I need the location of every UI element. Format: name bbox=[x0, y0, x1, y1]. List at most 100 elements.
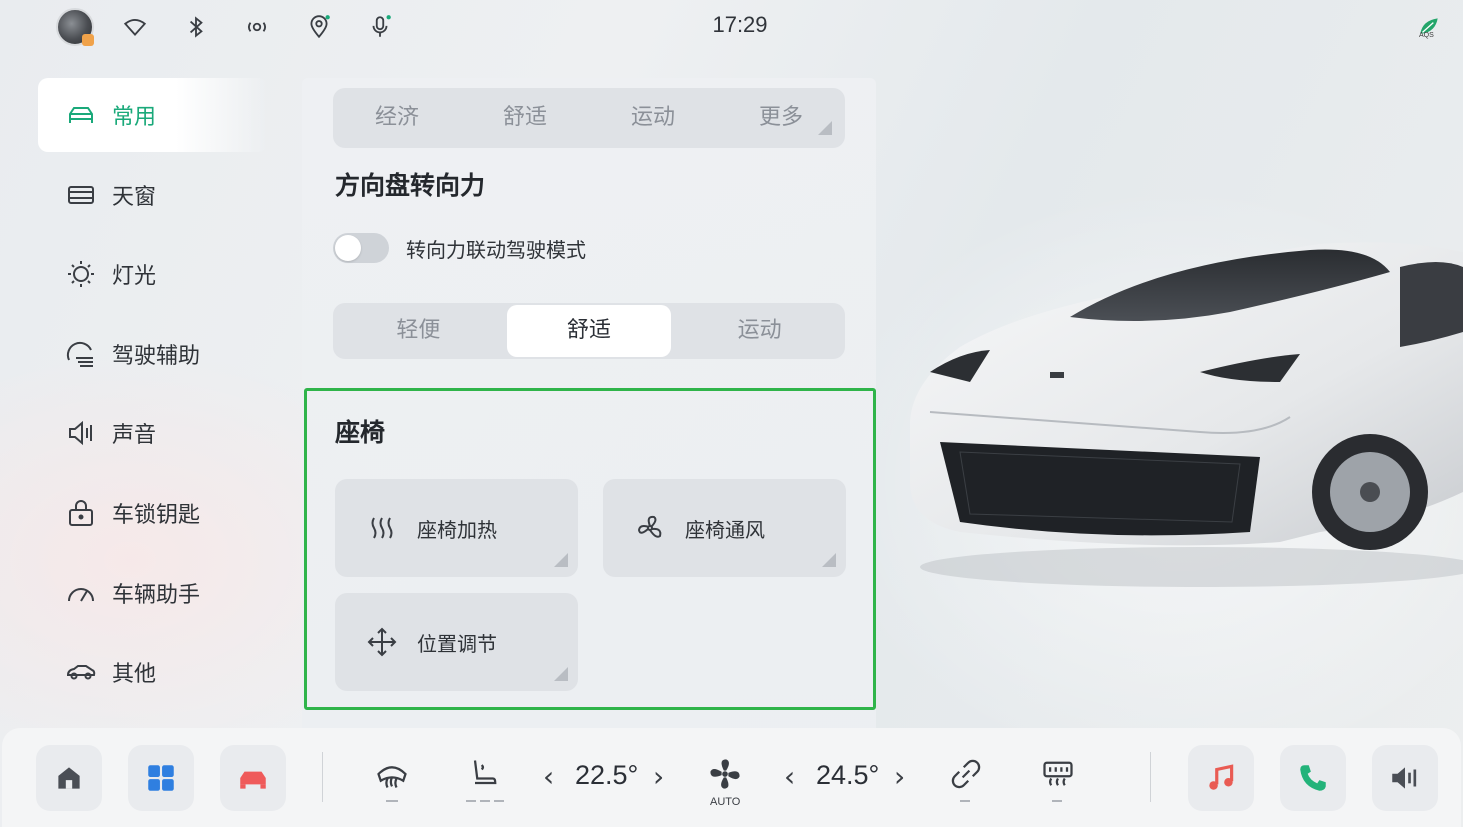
seat-heating-label: 座椅加热 bbox=[417, 517, 497, 542]
settings-panel: 经济 舒适 运动 更多 方向盘转向力 转向力联动驾驶模式 轻便 舒适 运动 座椅… bbox=[302, 78, 876, 728]
fan-icon bbox=[710, 759, 740, 789]
sidebar-item-lock-key[interactable]: 车锁钥匙 bbox=[38, 476, 268, 550]
status-bar: 17:29 AQS bbox=[0, 0, 1463, 54]
steering-force-light[interactable]: 轻便 bbox=[336, 305, 501, 357]
toggle-knob bbox=[335, 235, 361, 261]
fan-auto-label: AUTO bbox=[710, 796, 741, 808]
user-avatar[interactable] bbox=[56, 8, 94, 46]
sync-button[interactable] bbox=[944, 752, 988, 796]
sidebar-item-label: 声音 bbox=[112, 423, 157, 449]
expand-corner-icon bbox=[554, 553, 568, 567]
link-icon bbox=[951, 759, 981, 789]
right-temp-up-button[interactable]: › bbox=[894, 760, 905, 793]
seat-climate-button[interactable] bbox=[462, 752, 506, 796]
apps-grid-icon bbox=[148, 765, 174, 791]
dock-divider bbox=[322, 752, 323, 802]
sidebar-item-lights[interactable]: 灯光 bbox=[38, 237, 268, 311]
wifi-icon[interactable] bbox=[120, 12, 150, 42]
sidebar-item-label: 车辆助手 bbox=[112, 582, 201, 608]
expand-corner-icon bbox=[822, 553, 836, 567]
dock-divider bbox=[1150, 752, 1151, 802]
expand-corner-icon bbox=[554, 667, 568, 681]
sidebar: 常用 天窗 灯光 驾驶辅助 声音 车锁钥匙 车辆助手 其他 bbox=[38, 78, 268, 715]
steering-section-title: 方向盘转向力 bbox=[335, 171, 486, 200]
rear-defrost-indicator bbox=[1052, 800, 1062, 802]
home-button[interactable] bbox=[36, 745, 102, 811]
drive-mode-more[interactable]: 更多 bbox=[720, 91, 842, 145]
sidebar-item-driving-assist[interactable]: 驾驶辅助 bbox=[38, 317, 268, 391]
location-icon[interactable] bbox=[304, 12, 334, 42]
sidebar-item-sunroof[interactable]: 天窗 bbox=[38, 158, 268, 232]
seat-heating-button[interactable]: 座椅加热 bbox=[335, 479, 578, 577]
fan-icon bbox=[633, 511, 667, 545]
sunroof-icon bbox=[64, 178, 98, 212]
seat-icon bbox=[473, 760, 497, 785]
seat-level-dash-3 bbox=[494, 800, 504, 802]
seat-section: 座椅 座椅加热 座椅通风 位置调节 bbox=[304, 388, 876, 710]
seat-position-button[interactable]: 位置调节 bbox=[335, 593, 578, 691]
driving-assist-icon bbox=[64, 337, 98, 371]
volume-icon bbox=[1392, 767, 1417, 789]
sound-icon bbox=[64, 416, 98, 450]
sidebar-item-label: 驾驶辅助 bbox=[112, 343, 201, 369]
rear-defrost-button[interactable] bbox=[1036, 752, 1080, 796]
gauge-icon bbox=[64, 576, 98, 610]
aqs-label: AQS bbox=[1419, 32, 1434, 39]
home-icon bbox=[58, 767, 80, 789]
steering-force-selector: 轻便 舒适 运动 bbox=[333, 303, 845, 359]
sidebar-item-common[interactable]: 常用 bbox=[38, 78, 268, 152]
phone-icon bbox=[1300, 765, 1326, 791]
drive-mode-more-label: 更多 bbox=[758, 105, 803, 130]
seat-section-title: 座椅 bbox=[335, 418, 386, 447]
right-temperature: 24.5° bbox=[816, 760, 880, 790]
volume-button[interactable] bbox=[1372, 745, 1438, 811]
front-defrost-indicator bbox=[386, 800, 398, 802]
sidebar-item-assistant[interactable]: 车辆助手 bbox=[38, 556, 268, 630]
sidebar-item-label: 常用 bbox=[112, 105, 157, 130]
drive-mode-comfort[interactable]: 舒适 bbox=[464, 91, 586, 145]
seat-level-dash-1 bbox=[466, 800, 476, 802]
sync-indicator bbox=[960, 800, 970, 802]
car-outline-icon bbox=[64, 655, 98, 689]
sidebar-item-sound[interactable]: 声音 bbox=[38, 396, 268, 470]
expand-corner-icon bbox=[818, 121, 832, 135]
car-image bbox=[910, 242, 1463, 587]
seat-ventilation-button[interactable]: 座椅通风 bbox=[603, 479, 846, 577]
phone-button[interactable] bbox=[1280, 745, 1346, 811]
steering-link-toggle-label: 转向力联动驾驶模式 bbox=[406, 238, 586, 262]
front-defrost-button[interactable] bbox=[370, 752, 414, 796]
apps-button[interactable] bbox=[128, 745, 194, 811]
sidebar-item-label: 其他 bbox=[112, 662, 157, 688]
light-icon bbox=[64, 257, 98, 291]
sidebar-item-label: 天窗 bbox=[112, 184, 157, 210]
left-temp-up-button[interactable]: › bbox=[653, 760, 664, 793]
vehicle-button[interactable] bbox=[220, 745, 286, 811]
steering-force-comfort[interactable]: 舒适 bbox=[506, 305, 672, 357]
seat-position-label: 位置调节 bbox=[417, 631, 497, 656]
microphone-icon[interactable] bbox=[365, 12, 395, 42]
sidebar-item-other[interactable]: 其他 bbox=[38, 635, 268, 709]
left-temp-down-button[interactable]: ‹ bbox=[543, 760, 554, 793]
music-button[interactable] bbox=[1188, 745, 1254, 811]
sidebar-item-label: 灯光 bbox=[112, 264, 157, 290]
move-arrows-icon bbox=[365, 625, 399, 659]
rear-defrost-icon bbox=[1043, 761, 1073, 786]
right-temp-down-button[interactable]: ‹ bbox=[784, 760, 795, 793]
bluetooth-icon[interactable] bbox=[181, 12, 211, 42]
car-icon bbox=[64, 98, 98, 132]
lock-key-icon bbox=[64, 496, 98, 530]
clock: 17:29 bbox=[712, 12, 768, 37]
fan-auto-button[interactable] bbox=[703, 752, 747, 796]
music-icon bbox=[1209, 764, 1234, 790]
drive-mode-sport[interactable]: 运动 bbox=[592, 91, 714, 145]
seat-heat-icon bbox=[365, 511, 399, 545]
steering-link-toggle[interactable] bbox=[333, 233, 389, 263]
seat-level-dash-2 bbox=[480, 800, 490, 802]
steering-force-sport[interactable]: 运动 bbox=[677, 305, 842, 357]
seat-ventilation-label: 座椅通风 bbox=[685, 517, 765, 542]
drive-mode-selector: 经济 舒适 运动 更多 bbox=[333, 88, 845, 148]
hotspot-icon[interactable] bbox=[242, 12, 272, 42]
left-temperature: 22.5° bbox=[575, 760, 639, 790]
drive-mode-economy[interactable]: 经济 bbox=[336, 91, 458, 145]
sidebar-item-label: 车锁钥匙 bbox=[112, 502, 201, 528]
